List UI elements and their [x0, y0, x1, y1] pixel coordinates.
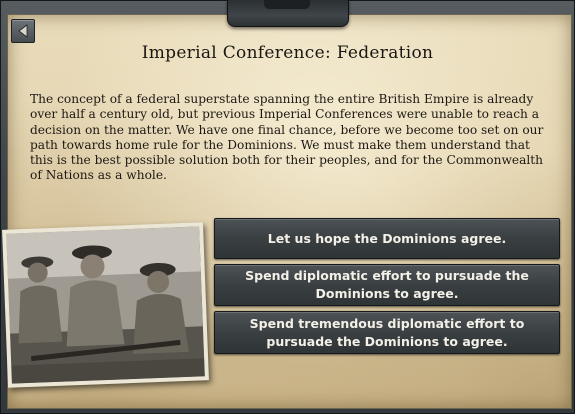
back-arrow-icon [18, 24, 28, 38]
option-label-1: Let us hope the Dominions agree. [267, 230, 507, 246]
event-title: Imperial Conference: Federation [141, 43, 434, 63]
option-label-3: Spend tremendous diplomatic effort to pu… [249, 315, 525, 349]
option-label-2: Spend diplomatic effort to pursuade the … [245, 268, 529, 301]
soldiers-photo-illustration [6, 226, 205, 384]
event-description: The concept of a federal superstate span… [30, 92, 544, 183]
option-button-2[interactable]: Spend diplomatic effort to pursuade the … [214, 264, 560, 306]
back-button[interactable] [11, 19, 35, 43]
option-button-1[interactable]: Let us hope the Dominions agree. [214, 218, 560, 259]
option-button-3[interactable]: Spend tremendous diplomatic effort to pu… [214, 311, 560, 354]
event-picture [2, 222, 209, 388]
top-clasp-decoration [227, 0, 349, 27]
